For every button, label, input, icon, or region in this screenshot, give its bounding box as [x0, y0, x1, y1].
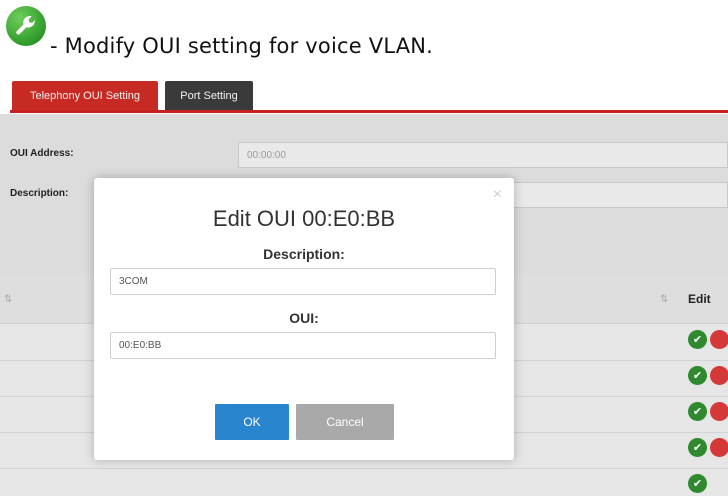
dialog-description-input[interactable]: 3COM — [110, 268, 496, 295]
edit-check-icon[interactable]: ✔ — [688, 438, 707, 457]
delete-icon[interactable] — [710, 438, 728, 457]
ok-button[interactable]: OK — [215, 404, 289, 440]
wrench-icon — [6, 6, 46, 46]
oui-address-label: OUI Address: — [10, 148, 74, 159]
tab-underline — [10, 110, 728, 113]
app-screenshot: Telephony OUI Setting Port Setting OUI A… — [0, 78, 728, 496]
oui-address-input[interactable]: 00:00:00 — [238, 142, 728, 168]
table-row-divider — [0, 468, 728, 469]
delete-icon[interactable] — [710, 330, 728, 349]
dialog-oui-label: OUI: — [289, 310, 319, 326]
sort-icon-left[interactable]: ⇅ — [4, 294, 12, 305]
dialog-title: Edit OUI 00:E0:BB — [212, 206, 396, 231]
tab-bar: Telephony OUI Setting Port Setting — [0, 78, 728, 114]
edit-oui-dialog: × Edit OUI 00:E0:BB Description: 3COM OU… — [94, 178, 514, 460]
description-label: Description: — [10, 188, 69, 199]
edit-check-icon[interactable]: ✔ — [688, 330, 707, 349]
dialog-description-label: Description: — [263, 246, 345, 262]
edit-check-icon[interactable]: ✔ — [688, 402, 707, 421]
edit-column-header: Edit — [688, 292, 711, 306]
wrench-glyph — [16, 16, 36, 35]
tab-telephony-oui-setting[interactable]: Telephony OUI Setting — [12, 81, 158, 111]
close-icon[interactable]: × — [493, 186, 502, 204]
edit-check-icon[interactable]: ✔ — [688, 474, 707, 493]
instruction-text: - Modify OUI setting for voice VLAN. — [50, 34, 434, 58]
edit-check-icon[interactable]: ✔ — [688, 366, 707, 385]
dialog-oui-input[interactable]: 00:E0:BB — [110, 332, 496, 359]
cancel-button[interactable]: Cancel — [296, 404, 394, 440]
tab-port-setting[interactable]: Port Setting — [165, 81, 253, 111]
sort-icon[interactable]: ⇅ — [660, 294, 668, 305]
delete-icon[interactable] — [710, 402, 728, 421]
delete-icon[interactable] — [710, 366, 728, 385]
